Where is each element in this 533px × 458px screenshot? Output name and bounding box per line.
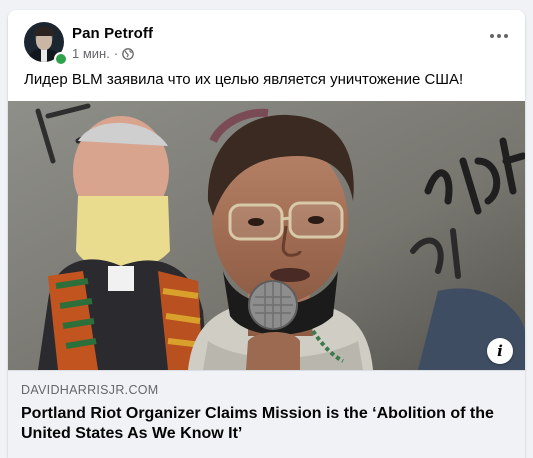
online-status-dot (54, 52, 68, 66)
link-title[interactable]: Portland Riot Organizer Claims Mission i… (21, 404, 511, 444)
globe-icon[interactable] (122, 47, 135, 60)
link-preview-image[interactable]: i (8, 101, 525, 370)
post-timestamp[interactable]: 1 мин. (72, 46, 110, 61)
meta-separator: · (113, 46, 119, 61)
photo-scene (8, 101, 525, 370)
info-icon[interactable]: i (487, 338, 513, 364)
more-options-icon[interactable] (485, 26, 513, 46)
post-card: Pan Petroff 1 мин. · Лидер BLM заявила ч… (8, 10, 525, 458)
link-preview[interactable]: DAVIDHARRISJR.COM Portland Riot Organize… (8, 370, 525, 458)
author-name[interactable]: Pan Petroff (72, 25, 153, 42)
post-meta: 1 мин. · (72, 46, 135, 61)
link-domain: DAVIDHARRISJR.COM (21, 383, 159, 397)
post-text: Лидер BLM заявила что их целью является … (24, 71, 464, 88)
post-header: Pan Petroff 1 мин. · (8, 10, 525, 66)
